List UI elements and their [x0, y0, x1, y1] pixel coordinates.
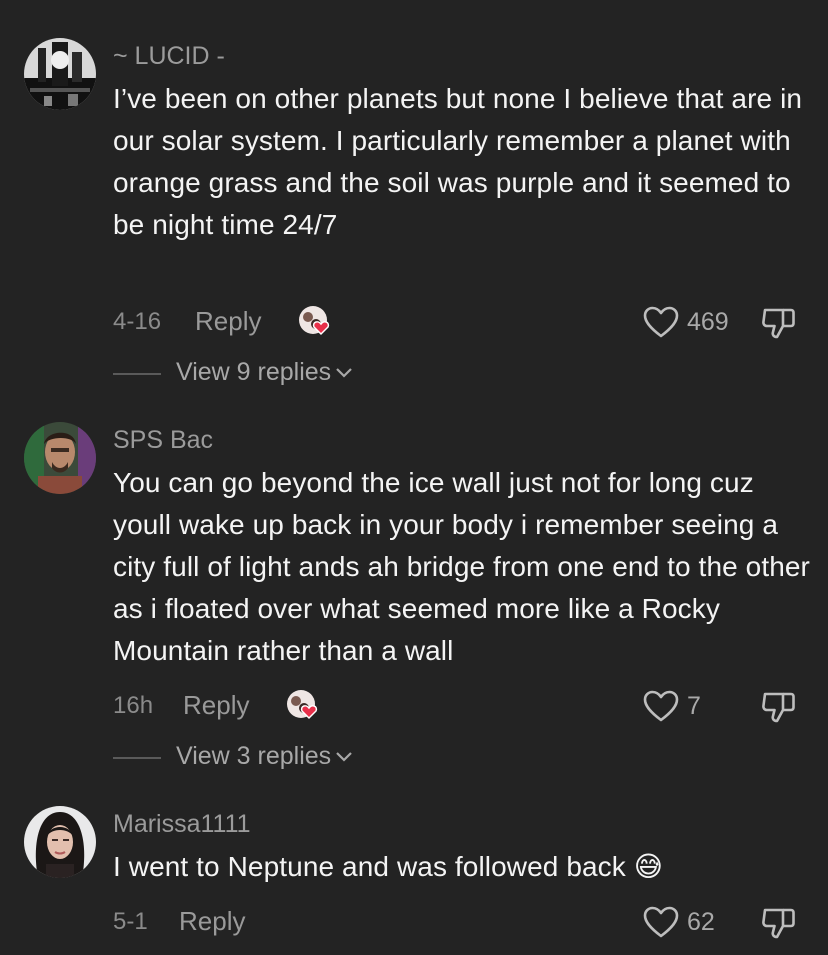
- comment-username[interactable]: Marissa1111: [113, 810, 251, 839]
- creator-liked-icon: [296, 302, 334, 340]
- reply-button[interactable]: Reply: [183, 690, 249, 721]
- comment-date: 4-16: [113, 308, 162, 335]
- chevron-down-icon: [335, 367, 353, 379]
- comment-meta: 4-16 Reply 469: [113, 302, 813, 342]
- creator-liked-icon: [284, 686, 322, 724]
- heart-outline-icon: [643, 306, 679, 338]
- avatar[interactable]: [24, 806, 96, 878]
- comment-username[interactable]: SPS Bac: [113, 426, 213, 455]
- reply-button[interactable]: Reply: [195, 306, 261, 337]
- view-replies-label: View 9 replies: [176, 358, 332, 386]
- like-count: 469: [687, 307, 729, 336]
- like-button[interactable]: 7: [643, 686, 701, 726]
- comments-panel: ~ LUCID - I’ve been on other planets but…: [0, 0, 828, 955]
- comment-date: 5-1: [113, 908, 148, 935]
- like-count: 62: [687, 907, 715, 936]
- view-replies-button[interactable]: View 9 replies: [113, 356, 513, 390]
- view-replies-label: View 3 replies: [176, 742, 332, 770]
- view-replies-button[interactable]: View 3 replies: [113, 740, 513, 774]
- avatar[interactable]: [24, 38, 96, 110]
- comment-meta: 5-1 Reply 62: [113, 902, 813, 942]
- chevron-down-icon: [335, 751, 353, 763]
- comment-text: I went to Neptune and was followed back …: [113, 851, 664, 882]
- like-button[interactable]: 62: [643, 902, 715, 942]
- thumbs-down-icon[interactable]: [759, 302, 799, 342]
- heart-outline-icon: [643, 690, 679, 722]
- thumbs-down-icon[interactable]: [759, 902, 799, 942]
- comment-meta: 16h Reply 7: [113, 686, 813, 726]
- avatar[interactable]: [24, 422, 96, 494]
- like-button[interactable]: 469: [643, 302, 729, 342]
- heart-outline-icon: [643, 906, 679, 938]
- divider: [113, 373, 161, 375]
- comment-username[interactable]: ~ LUCID -: [113, 42, 225, 71]
- like-count: 7: [687, 691, 701, 720]
- divider: [113, 757, 161, 759]
- comment-text: I’ve been on other planets but none I be…: [113, 83, 803, 240]
- comment-text: You can go beyond the ice wall just not …: [113, 467, 810, 666]
- thumbs-down-icon[interactable]: [759, 686, 799, 726]
- reply-button[interactable]: Reply: [179, 906, 245, 937]
- comment-date: 16h: [113, 692, 154, 719]
